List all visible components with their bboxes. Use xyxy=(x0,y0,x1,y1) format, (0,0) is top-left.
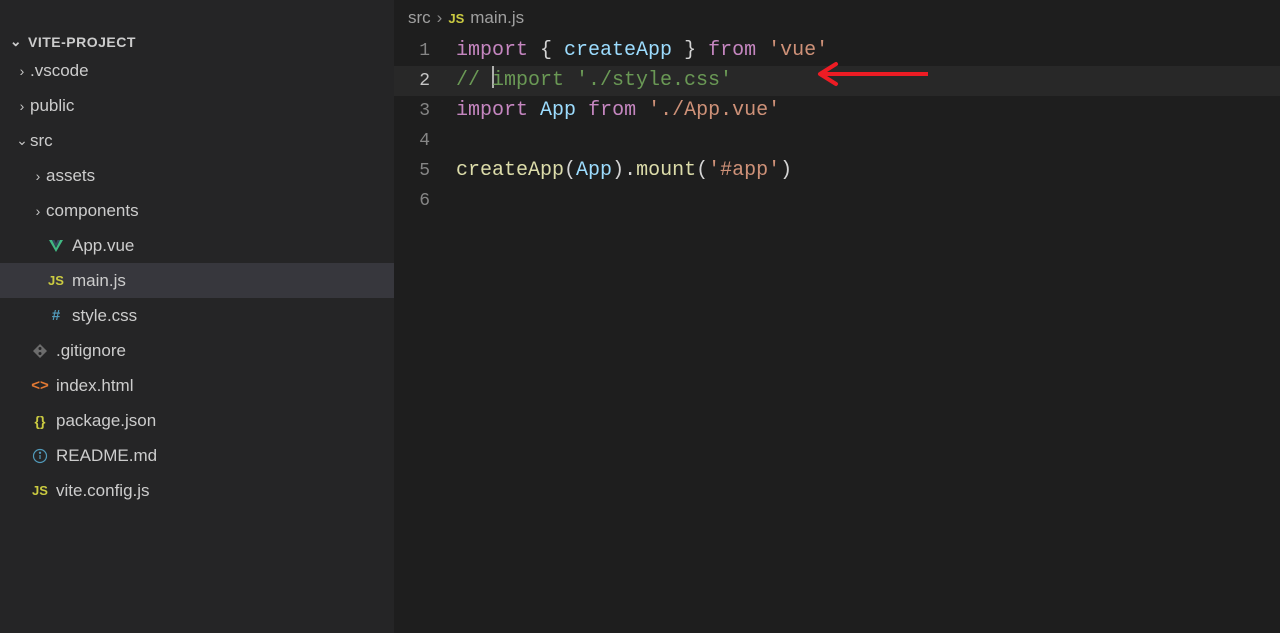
folder-public[interactable]: › public xyxy=(0,88,394,123)
code-line-2[interactable]: 2// import './style.css' xyxy=(394,66,1280,96)
file-vite-config[interactable]: JS vite.config.js xyxy=(0,473,394,508)
folder-vscode[interactable]: › .vscode xyxy=(0,53,394,88)
json-icon: {} xyxy=(30,413,50,429)
info-icon xyxy=(30,448,50,464)
explorer-sidebar: ⌄ VITE-PROJECT › .vscode › public ⌄ src … xyxy=(0,0,394,633)
js-icon: JS xyxy=(46,273,66,288)
code-line-4[interactable]: 4 xyxy=(394,126,1280,156)
vue-icon xyxy=(46,238,66,254)
file-style-css[interactable]: # style.css xyxy=(0,298,394,333)
chevron-right-icon: › xyxy=(30,203,46,219)
js-icon: JS xyxy=(448,11,464,26)
chevron-down-icon: ⌄ xyxy=(8,33,24,50)
project-header[interactable]: ⌄ VITE-PROJECT xyxy=(0,30,394,53)
code-line-6[interactable]: 6 xyxy=(394,186,1280,216)
code-line-5[interactable]: 5createApp(App).mount('#app') xyxy=(394,156,1280,186)
chevron-right-icon: › xyxy=(14,98,30,114)
folder-components[interactable]: › components xyxy=(0,193,394,228)
code-editor[interactable]: 1import { createApp } from 'vue' 2// imp… xyxy=(394,36,1280,633)
file-index-html[interactable]: <> index.html xyxy=(0,368,394,403)
html-icon: <> xyxy=(30,377,50,394)
code-line-1[interactable]: 1import { createApp } from 'vue' xyxy=(394,36,1280,66)
file-tree: › .vscode › public ⌄ src › assets › comp… xyxy=(0,53,394,508)
breadcrumb-file: main.js xyxy=(470,8,524,28)
project-name: VITE-PROJECT xyxy=(28,34,136,50)
file-readme-md[interactable]: README.md xyxy=(0,438,394,473)
file-main-js[interactable]: JS main.js xyxy=(0,263,394,298)
breadcrumb[interactable]: src › JS main.js xyxy=(394,0,1280,36)
folder-src[interactable]: ⌄ src xyxy=(0,123,394,158)
chevron-down-icon: ⌄ xyxy=(14,132,30,149)
folder-assets[interactable]: › assets xyxy=(0,158,394,193)
chevron-right-icon: › xyxy=(437,8,443,28)
git-icon xyxy=(30,343,50,359)
file-gitignore[interactable]: .gitignore xyxy=(0,333,394,368)
chevron-right-icon: › xyxy=(30,168,46,184)
editor-pane: src › JS main.js 1import { createApp } f… xyxy=(394,0,1280,633)
css-icon: # xyxy=(46,307,66,324)
js-icon: JS xyxy=(30,483,50,498)
chevron-right-icon: › xyxy=(14,63,30,79)
file-package-json[interactable]: {} package.json xyxy=(0,403,394,438)
breadcrumb-folder: src xyxy=(408,8,431,28)
code-line-3[interactable]: 3import App from './App.vue' xyxy=(394,96,1280,126)
file-app-vue[interactable]: App.vue xyxy=(0,228,394,263)
